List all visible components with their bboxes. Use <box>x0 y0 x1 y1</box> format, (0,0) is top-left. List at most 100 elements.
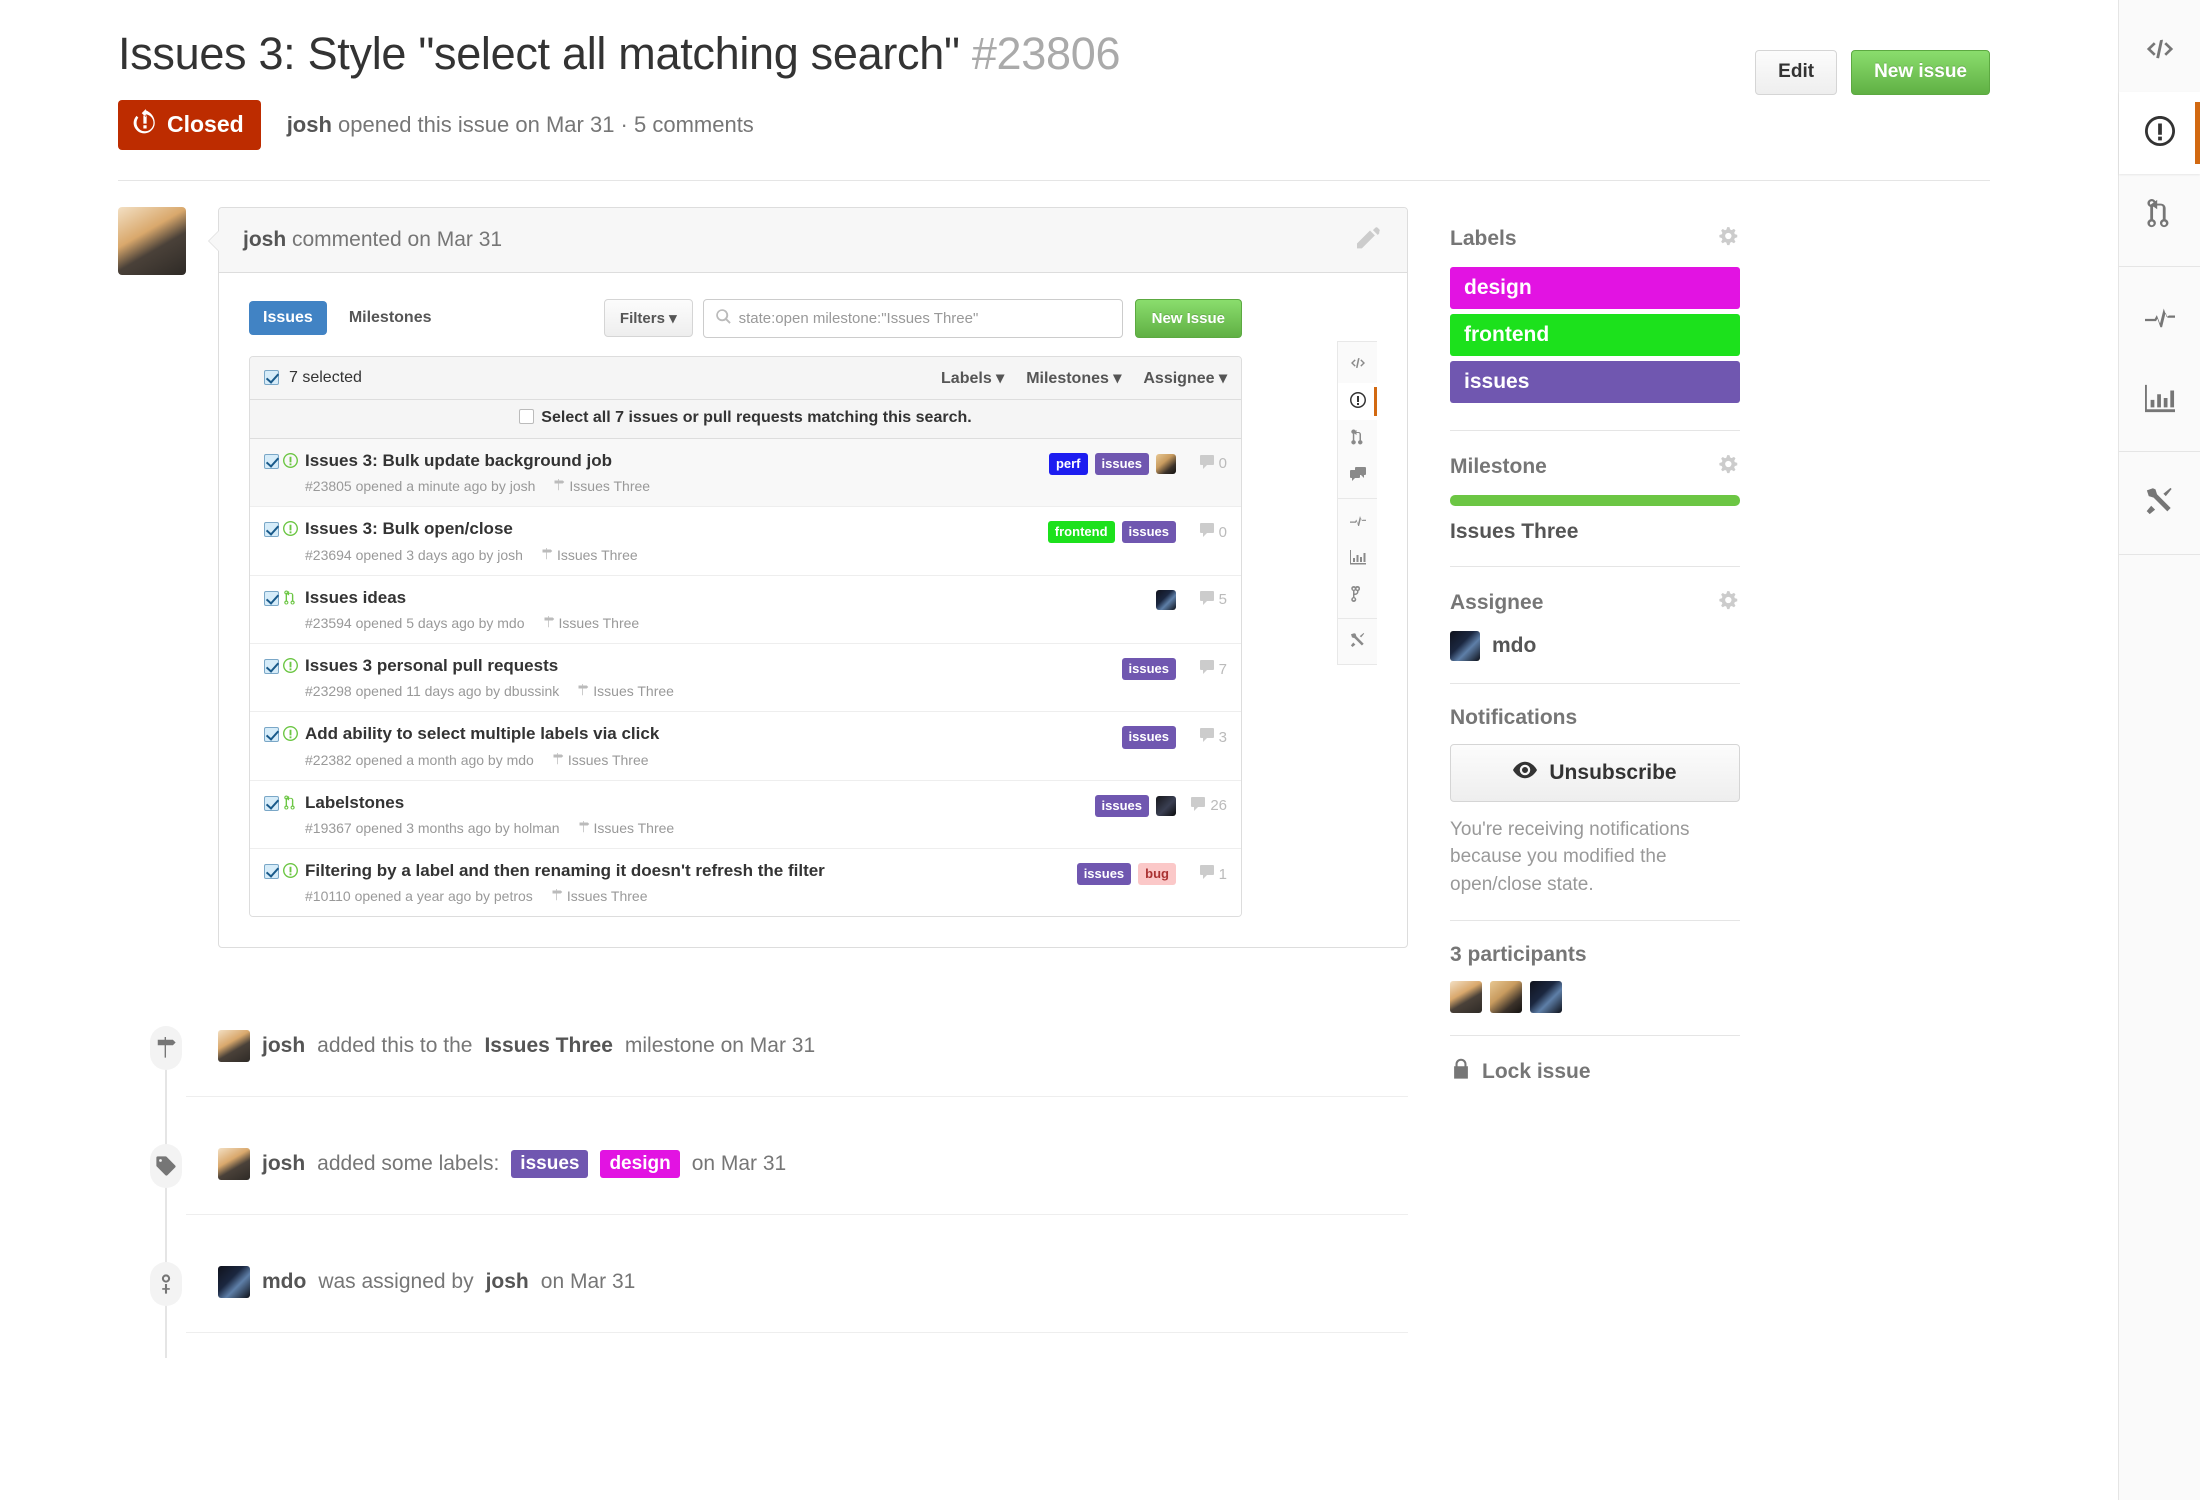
assignee-row[interactable]: mdo <box>1450 630 1740 661</box>
issue-label[interactable]: issues <box>1076 863 1132 886</box>
assignee-dropdown[interactable]: Assignee ▾ <box>1143 368 1227 388</box>
gear-icon[interactable] <box>1718 589 1740 617</box>
avatar[interactable] <box>1530 981 1562 1014</box>
embedded-rail-pulse[interactable] <box>1338 503 1377 540</box>
issue-label[interactable]: bug <box>1138 863 1176 886</box>
issue-row-milestone[interactable]: Issues Three <box>552 752 649 768</box>
select-all-matching-checkbox[interactable] <box>519 408 535 424</box>
sidebar-label[interactable]: issues <box>1450 360 1740 403</box>
avatar[interactable] <box>218 1266 250 1299</box>
avatar[interactable] <box>1156 589 1176 610</box>
row-checkbox[interactable] <box>264 519 279 538</box>
gear-icon[interactable] <box>1718 225 1740 253</box>
search-input[interactable]: state:open milestone:"Issues Three" <box>702 298 1123 338</box>
gear-icon[interactable] <box>1718 453 1740 481</box>
issue-label[interactable]: issues <box>1121 521 1176 544</box>
issue-list-row[interactable]: Issues ideas #23594 opened 5 days ago by … <box>250 575 1241 644</box>
issue-row-milestone[interactable]: Issues Three <box>553 478 650 494</box>
issue-list-row[interactable]: Labelstones #19367 opened 3 months ago by… <box>250 780 1241 850</box>
rail-item-issues[interactable] <box>2119 92 2200 174</box>
row-content: Filtering by a label and then renaming i… <box>301 861 1077 904</box>
issue-opened-icon <box>279 724 301 744</box>
timeline-strong[interactable]: josh <box>486 1270 529 1294</box>
issue-title[interactable]: Issues 3 personal pull requests <box>305 656 558 675</box>
embedded-rail-issues[interactable] <box>1338 382 1377 420</box>
issue-label[interactable]: issues <box>1121 657 1176 681</box>
edit-button[interactable]: Edit <box>1755 50 1838 95</box>
avatar[interactable] <box>1156 453 1176 474</box>
rail-item-pull-requests[interactable] <box>2119 174 2200 256</box>
issue-row-milestone[interactable]: Issues Three <box>578 820 674 836</box>
lock-issue-button[interactable]: Lock issue <box>1450 1058 1740 1086</box>
issue-list-row[interactable]: Issues 3: Bulk update background job #238… <box>250 438 1241 508</box>
embedded-rail-settings[interactable] <box>1338 623 1377 660</box>
rail-item-pulse[interactable] <box>2119 277 2200 359</box>
issue-title[interactable]: Add ability to select multiple labels vi… <box>305 724 659 743</box>
avatar[interactable] <box>218 1030 250 1063</box>
rail-item-graphs[interactable] <box>2119 359 2200 441</box>
pulse-icon <box>2144 301 2175 336</box>
embedded-rail-code[interactable] <box>1338 346 1377 383</box>
row-checkbox[interactable] <box>264 793 279 812</box>
issue-row-milestone[interactable]: Issues Three <box>543 615 639 631</box>
row-checkbox[interactable] <box>264 724 279 743</box>
issue-list-row[interactable]: Add ability to select multiple labels vi… <box>250 712 1241 781</box>
git-branch-icon <box>1350 585 1366 605</box>
issue-row-milestone[interactable]: Issues Three <box>551 888 647 904</box>
row-checkbox[interactable] <box>264 861 279 880</box>
tab-milestones[interactable]: Milestones <box>335 301 446 335</box>
issue-label[interactable]: issues <box>1094 452 1149 475</box>
milestone-name[interactable]: Issues Three <box>1450 520 1740 544</box>
comment-icon <box>1199 727 1215 747</box>
issue-title[interactable]: Issues ideas <box>305 588 406 607</box>
sidebar-label[interactable]: frontend <box>1450 313 1740 356</box>
timeline-actor[interactable]: josh <box>262 1152 305 1176</box>
new-issue-button[interactable]: New issue <box>1851 50 1990 95</box>
issue-author[interactable]: josh <box>287 112 332 137</box>
issue-title[interactable]: Issues 3: Bulk update background job <box>305 451 612 470</box>
embedded-rail-network[interactable] <box>1338 577 1377 614</box>
issue-label[interactable]: perf <box>1048 452 1088 475</box>
issue-row-milestone[interactable]: Issues Three <box>577 683 674 699</box>
issue-label[interactable]: issues <box>1094 794 1149 817</box>
tab-issues[interactable]: Issues <box>249 301 327 336</box>
issue-list-row[interactable]: Issues 3: Bulk open/close #23694 opened 3… <box>250 507 1241 576</box>
issue-title[interactable]: Filtering by a label and then renaming i… <box>305 861 825 880</box>
embedded-rail-pulls[interactable] <box>1338 420 1377 457</box>
row-checkbox[interactable] <box>264 656 279 675</box>
select-all-matching-row[interactable]: Select all 7 issues or pull requests mat… <box>250 399 1241 439</box>
embedded-new-issue-button[interactable]: New Issue <box>1134 298 1242 338</box>
rail-item-settings[interactable] <box>2119 462 2200 544</box>
timeline-label[interactable]: issues <box>511 1150 589 1179</box>
rail-item-code[interactable] <box>2119 10 2200 92</box>
comment-byline: josh commented on Mar 31 <box>243 228 502 252</box>
avatar[interactable] <box>118 206 186 275</box>
timeline-actor[interactable]: mdo <box>262 1270 306 1294</box>
issue-title[interactable]: Labelstones <box>305 793 404 812</box>
timeline-label[interactable]: design <box>600 1150 680 1179</box>
edit-comment-icon[interactable] <box>1357 224 1383 256</box>
filters-dropdown[interactable]: Filters ▾ <box>603 299 693 338</box>
timeline-strong[interactable]: Issues Three <box>484 1034 612 1058</box>
unsubscribe-button[interactable]: Unsubscribe <box>1450 743 1740 802</box>
embedded-rail-comments[interactable] <box>1338 457 1377 494</box>
issue-title[interactable]: Issues 3: Bulk open/close <box>305 519 513 538</box>
avatar[interactable] <box>218 1148 250 1181</box>
comment-author[interactable]: josh <box>243 228 286 251</box>
sidebar-label[interactable]: design <box>1450 266 1740 309</box>
row-checkbox[interactable] <box>264 588 279 607</box>
milestones-dropdown[interactable]: Milestones ▾ <box>1026 368 1121 388</box>
issue-list-row[interactable]: Filtering by a label and then renaming i… <box>250 849 1241 917</box>
avatar[interactable] <box>1156 795 1176 816</box>
timeline-actor[interactable]: josh <box>262 1034 305 1058</box>
avatar[interactable] <box>1450 981 1482 1014</box>
issue-label[interactable]: issues <box>1121 726 1176 749</box>
avatar[interactable] <box>1490 981 1522 1014</box>
select-all-checkbox[interactable] <box>264 370 279 386</box>
issue-row-milestone[interactable]: Issues Three <box>541 547 638 563</box>
labels-dropdown[interactable]: Labels ▾ <box>941 368 1004 388</box>
embedded-rail-graphs[interactable] <box>1338 540 1377 577</box>
issue-list-row[interactable]: Issues 3 personal pull requests #23298 op… <box>250 643 1241 713</box>
issue-label[interactable]: frontend <box>1047 521 1115 544</box>
row-checkbox[interactable] <box>264 451 279 470</box>
